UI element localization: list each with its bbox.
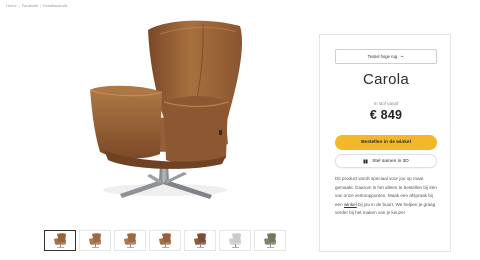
thumbnail[interactable] [184,230,216,251]
thumbnail-strip [44,230,286,251]
breadcrumb-fauteuils[interactable]: Fauteuils [22,3,38,8]
product-description: Dit product wordt speciaal voor jou op m… [335,175,441,218]
breadcrumb-home[interactable]: Home [6,3,17,8]
product-title: Carola [363,71,409,88]
chair-thumbnail-image [54,233,66,248]
cube-3d-icon [363,159,368,163]
product-panel: Textiel hoge rug ⌄ Carola In stof vanaf … [319,34,451,252]
chair-thumbnail-image [124,233,136,248]
breadcrumb-separator: | [39,3,41,8]
armchair-image [89,20,243,199]
thumbnail[interactable] [114,230,146,251]
chair-thumbnail-image [194,233,206,248]
store-link[interactable]: winkel [344,202,357,207]
product-price: € 849 [369,108,403,122]
order-in-store-button[interactable]: Bestellen in de winkel [335,135,437,150]
chair-thumbnail-image [159,233,171,248]
chair-thumbnail-image [264,233,276,248]
thumbnail[interactable] [79,230,111,251]
configure-3d-label: Stel samen in 3D [372,158,409,164]
variant-select-value: Textiel hoge rug [367,54,398,59]
price-prefix: In stof vanaf [373,101,399,106]
thumbnail[interactable] [44,230,76,251]
configure-3d-button[interactable]: Stel samen in 3D [335,154,437,168]
chair-thumbnail-image [89,233,101,248]
breadcrumb-separator: | [18,3,20,8]
thumbnail[interactable] [219,230,251,251]
thumbnail[interactable] [254,230,286,251]
variant-select[interactable]: Textiel hoge rug ⌄ [335,49,437,64]
chevron-down-icon: ⌄ [399,53,406,59]
product-image[interactable] [0,12,305,222]
breadcrumb: Home | Fauteuils | Draaifauteuils [6,3,67,8]
thumbnail[interactable] [149,230,181,251]
chair-thumbnail-image [229,233,241,248]
breadcrumb-draaifauteuils[interactable]: Draaifauteuils [43,3,67,8]
